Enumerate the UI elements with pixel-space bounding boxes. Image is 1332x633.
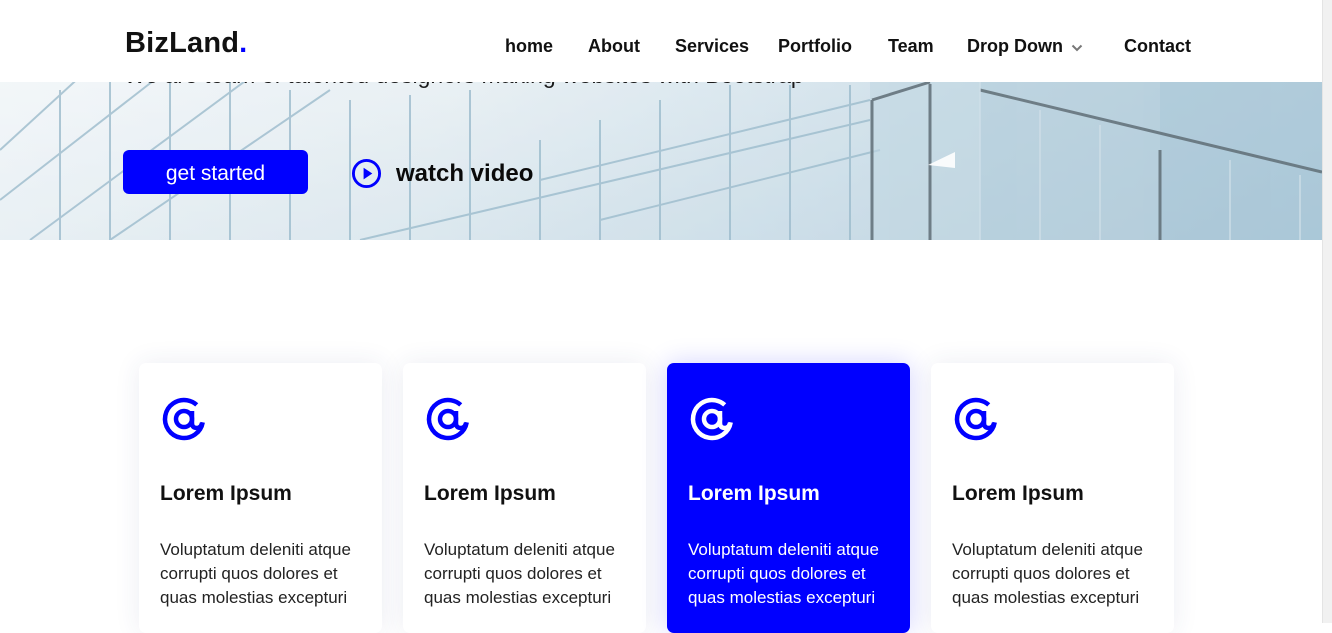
nav-item-contact[interactable]: Contact xyxy=(1124,36,1191,57)
nav-item-portfolio[interactable]: Portfolio xyxy=(778,36,852,57)
nav-item-home[interactable]: home xyxy=(505,36,553,57)
nav-item-team[interactable]: Team xyxy=(888,36,934,57)
main-nav: home About Services Portfolio Team Drop … xyxy=(0,36,1322,60)
feature-card[interactable]: Lorem Ipsum Voluptatum deleniti atque co… xyxy=(139,363,382,633)
at-sign-icon xyxy=(954,397,998,441)
watch-video-link[interactable]: watch video xyxy=(351,158,533,189)
at-sign-icon xyxy=(690,397,734,441)
card-description: Voluptatum deleniti atque corrupti quos … xyxy=(688,540,879,607)
page-scrollbar[interactable] xyxy=(1322,0,1332,623)
get-started-label: get started xyxy=(165,162,266,185)
card-title: Lorem Ipsum xyxy=(160,482,292,505)
card-title: Lorem Ipsum xyxy=(424,482,556,505)
at-sign-icon xyxy=(162,397,206,441)
nav-item-about[interactable]: About xyxy=(588,36,640,57)
card-description: Voluptatum deleniti atque corrupti quos … xyxy=(952,540,1143,607)
at-sign-icon xyxy=(426,397,470,441)
card-description: Voluptatum deleniti atque corrupti quos … xyxy=(424,540,615,607)
nav-item-services[interactable]: Services xyxy=(675,36,749,57)
play-circle-icon xyxy=(351,158,382,189)
feature-card[interactable]: Lorem Ipsum Voluptatum deleniti atque co… xyxy=(403,363,646,633)
card-description: Voluptatum deleniti atque corrupti quos … xyxy=(160,540,351,607)
feature-card-active[interactable]: Lorem Ipsum Voluptatum deleniti atque co… xyxy=(667,363,910,633)
nav-label: About xyxy=(588,36,640,56)
get-started-button[interactable]: get started xyxy=(123,150,308,194)
chevron-down-icon xyxy=(1071,44,1083,51)
nav-label: home xyxy=(505,36,554,56)
card-title: Lorem Ipsum xyxy=(688,482,820,505)
nav-item-drop-down[interactable]: Drop Down xyxy=(967,36,1083,57)
nav-label: Contact xyxy=(1124,36,1191,56)
feature-card[interactable]: Lorem Ipsum Voluptatum deleniti atque co… xyxy=(931,363,1174,633)
watch-video-label: watch video xyxy=(396,159,534,187)
nav-label: Services xyxy=(675,36,750,56)
nav-label: Drop Down xyxy=(967,36,1063,56)
site-header: BizLand. home About Services Portfolio T… xyxy=(0,0,1322,82)
nav-label: Team xyxy=(888,36,934,56)
nav-label: Portfolio xyxy=(778,36,852,56)
card-title: Lorem Ipsum xyxy=(952,482,1084,505)
